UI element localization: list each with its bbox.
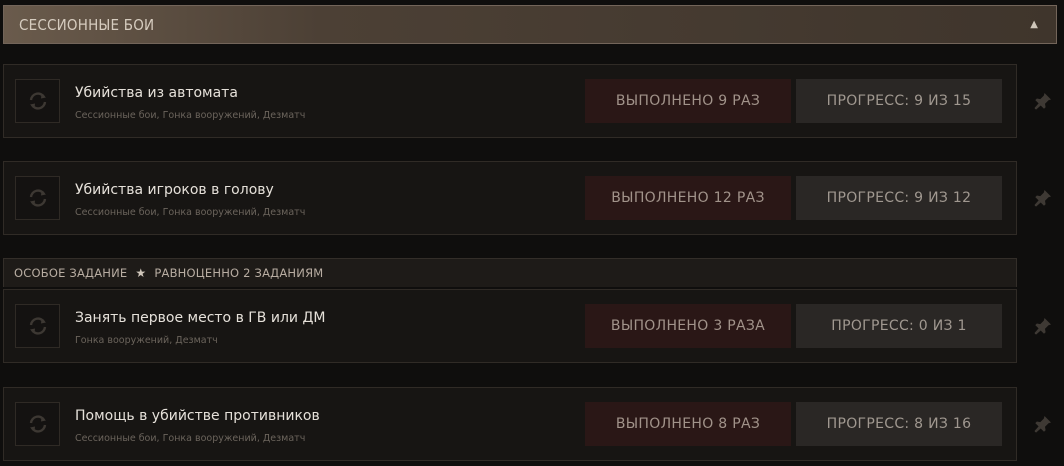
- task-name: Помощь в убийстве противников: [75, 408, 320, 424]
- special-task-equivalent: РАВНОЦЕННО 2 ЗАДАНИЯМ: [154, 266, 324, 280]
- task-card: Убийства игроков в голову Сессионные бои…: [3, 161, 1017, 235]
- section-title: СЕССИОННЫЕ БОИ: [19, 15, 155, 34]
- refresh-icon: [15, 402, 60, 446]
- refresh-icon: [15, 79, 60, 123]
- progress-status: ПРОГРЕСС: 8 ИЗ 16: [796, 402, 1002, 446]
- task-modes: Сессионные бои, Гонка вооружений, Дезмат…: [75, 110, 306, 121]
- completed-count: ВЫПОЛНЕНО 9 РАЗ: [585, 79, 791, 123]
- task-name: Занять первое место в ГВ или ДМ: [75, 310, 326, 326]
- task-card: Помощь в убийстве противников Сессионные…: [3, 387, 1017, 461]
- completed-count: ВЫПОЛНЕНО 8 РАЗ: [585, 402, 791, 446]
- pin-icon[interactable]: [1034, 189, 1052, 207]
- task-modes: Сессионные бои, Гонка вооружений, Дезмат…: [75, 207, 306, 218]
- refresh-icon: [15, 304, 60, 348]
- pin-icon[interactable]: [1034, 317, 1052, 335]
- task-card: Занять первое место в ГВ или ДМ Гонка во…: [3, 289, 1017, 363]
- task-modes: Гонка вооружений, Дезматч: [75, 335, 218, 346]
- special-task-label: ОСОБОЕ ЗАДАНИЕ: [14, 266, 128, 280]
- progress-status: ПРОГРЕСС: 9 ИЗ 15: [796, 79, 1002, 123]
- special-task-header: ОСОБОЕ ЗАДАНИЕ ★ РАВНОЦЕННО 2 ЗАДАНИЯМ: [3, 258, 1017, 287]
- star-icon: ★: [135, 266, 147, 280]
- completed-count: ВЫПОЛНЕНО 3 РАЗА: [585, 304, 791, 348]
- completed-count: ВЫПОЛНЕНО 12 РАЗ: [585, 176, 791, 220]
- pin-icon[interactable]: [1034, 92, 1052, 110]
- missions-panel: СЕССИОННЫЕ БОИ ▲ Убийства из автомата Се…: [0, 0, 1064, 466]
- progress-status: ПРОГРЕСС: 0 ИЗ 1: [796, 304, 1002, 348]
- progress-status: ПРОГРЕСС: 9 ИЗ 12: [796, 176, 1002, 220]
- task-name: Убийства игроков в голову: [75, 182, 274, 198]
- section-header-session-battles[interactable]: СЕССИОННЫЕ БОИ ▲: [3, 5, 1057, 44]
- caret-up-icon[interactable]: ▲: [1030, 19, 1038, 30]
- task-modes: Сессионные бои, Гонка вооружений, Дезмат…: [75, 433, 306, 444]
- task-name: Убийства из автомата: [75, 85, 238, 101]
- task-card: Убийства из автомата Сессионные бои, Гон…: [3, 64, 1017, 138]
- refresh-icon: [15, 176, 60, 220]
- pin-icon[interactable]: [1034, 415, 1052, 433]
